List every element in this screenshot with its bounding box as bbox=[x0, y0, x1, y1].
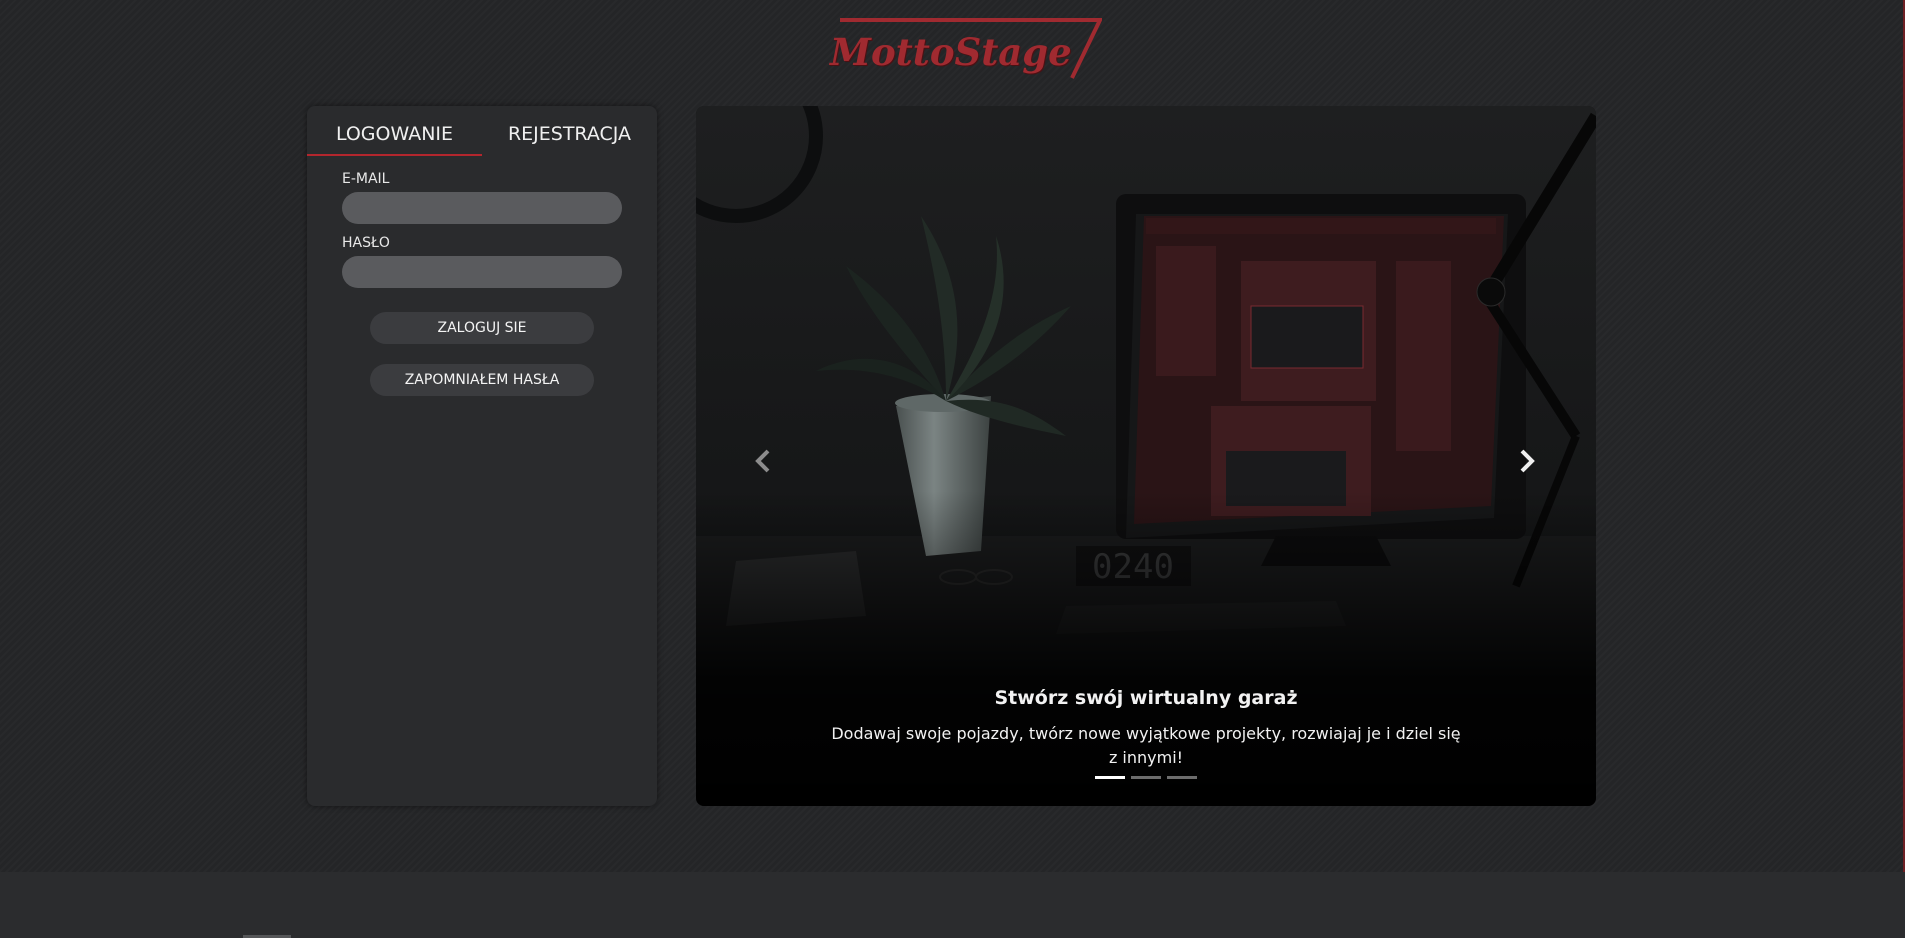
carousel: 0240 Stwórz swój wirtualny garaż Dodawaj… bbox=[696, 106, 1596, 806]
carousel-indicator-3[interactable] bbox=[1167, 776, 1197, 779]
chevron-left-icon bbox=[755, 449, 770, 473]
footer-peek-glyph-left bbox=[392, 928, 410, 938]
slide-description: Dodawaj swoje pojazdy, twórz nowe wyjątk… bbox=[831, 724, 1461, 767]
email-field[interactable] bbox=[342, 192, 622, 224]
carousel-next-button[interactable] bbox=[1508, 436, 1548, 486]
logo[interactable]: MottoStage bbox=[826, 18, 1102, 82]
logo-text: MottoStage bbox=[830, 30, 1072, 74]
tab-login[interactable]: LOGOWANIE bbox=[307, 106, 482, 156]
chevron-right-icon bbox=[1520, 449, 1535, 473]
password-field[interactable] bbox=[342, 256, 622, 288]
forgot-password-button[interactable]: ZAPOMNIAŁEM HASŁA bbox=[370, 364, 594, 396]
auth-panel: LOGOWANIE REJESTRACJA E-MAIL HASŁO ZALOG… bbox=[307, 106, 657, 806]
login-button[interactable]: ZALOGUJ SIE bbox=[370, 312, 594, 344]
auth-tabs: LOGOWANIE REJESTRACJA bbox=[307, 106, 657, 156]
tab-register[interactable]: REJESTRACJA bbox=[482, 106, 657, 156]
carousel-indicator-1[interactable] bbox=[1095, 776, 1125, 779]
carousel-indicator-2[interactable] bbox=[1131, 776, 1161, 779]
footer-peek-glyph-right bbox=[810, 928, 940, 938]
active-tab-indicator bbox=[307, 154, 482, 156]
carousel-indicators bbox=[1095, 776, 1205, 780]
carousel-prev-button[interactable] bbox=[742, 436, 782, 486]
email-label: E-MAIL bbox=[342, 171, 390, 187]
footer bbox=[0, 872, 1905, 938]
slide-title: Stwórz swój wirtualny garaż bbox=[994, 687, 1298, 709]
password-label: HASŁO bbox=[342, 235, 390, 251]
